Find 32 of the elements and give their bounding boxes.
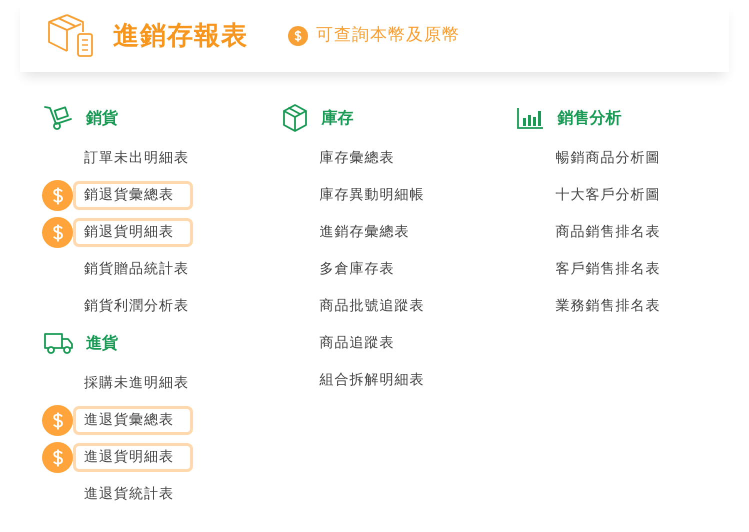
bar-chart-icon	[516, 106, 544, 130]
hand-truck-icon	[43, 104, 75, 132]
report-link[interactable]: 暢銷商品分析圖	[555, 148, 660, 169]
section-heading: 進貨	[86, 332, 118, 354]
section-heading: 庫存	[322, 107, 354, 129]
report-link[interactable]: 商品銷售排名表	[555, 222, 660, 243]
report-link[interactable]: 進退貨彙總表	[73, 406, 193, 435]
dollar-icon	[288, 26, 308, 46]
report-link[interactable]: 進退貨統計表	[84, 484, 174, 505]
report-link[interactable]: 商品追蹤表	[320, 333, 395, 354]
report-link[interactable]: 進退貨明細表	[73, 443, 193, 472]
report-link[interactable]: 庫存彙總表	[320, 148, 395, 169]
box-icon	[280, 103, 309, 133]
page-title: 進銷存報表	[113, 20, 248, 52]
currency-note: 可查詢本幣及原幣	[316, 24, 460, 48]
report-link[interactable]: 訂單未出明細表	[84, 148, 189, 169]
report-link[interactable]: 銷退貨彙總表	[73, 181, 193, 210]
section-heading: 銷貨	[86, 107, 118, 129]
section-heading: 銷售分析	[557, 107, 622, 129]
report-link[interactable]: 銷貨利潤分析表	[84, 296, 189, 317]
report-link[interactable]: 庫存異動明細帳	[320, 185, 425, 206]
report-link[interactable]: 採購未進明細表	[84, 373, 189, 394]
report-link[interactable]: 商品批號追蹤表	[320, 296, 425, 317]
report-link[interactable]: 十大客戶分析圖	[555, 185, 660, 206]
report-link[interactable]: 銷退貨明細表	[73, 218, 193, 247]
report-link[interactable]: 業務銷售排名表	[555, 296, 660, 317]
report-link[interactable]: 多倉庫存表	[320, 259, 395, 280]
report-link[interactable]: 進銷存彙總表	[320, 222, 410, 243]
report-link[interactable]: 組合拆解明細表	[320, 370, 425, 391]
truck-icon	[43, 331, 75, 355]
report-link[interactable]: 客戶銷售排名表	[555, 259, 660, 280]
report-link[interactable]: 銷貨贈品統計表	[84, 259, 189, 280]
